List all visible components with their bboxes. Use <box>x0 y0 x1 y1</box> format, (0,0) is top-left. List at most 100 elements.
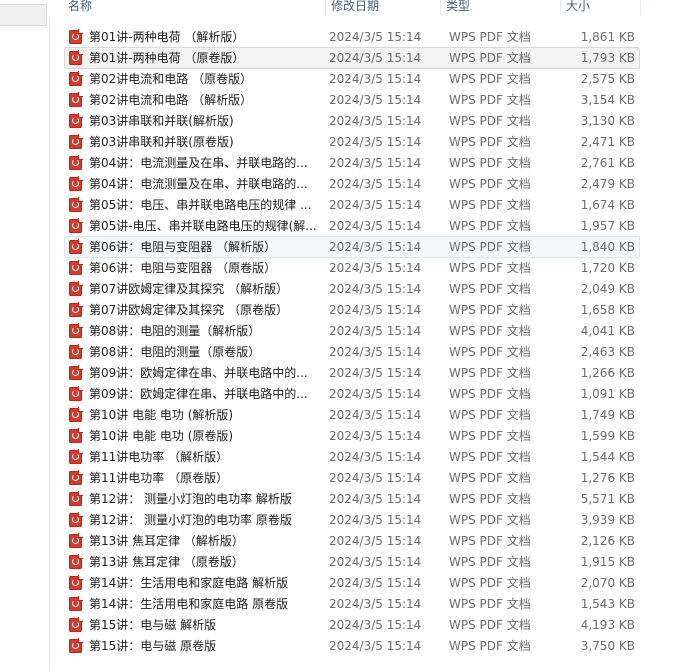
column-header-size[interactable]: 大小 <box>561 0 641 15</box>
file-type: WPS PDF 文档 <box>449 534 531 548</box>
column-header-type[interactable]: 类型 <box>441 0 561 15</box>
file-name: 第01讲-两种电荷 （解析版） <box>89 30 245 44</box>
file-modified-date: 2024/3/5 15:14 <box>329 555 422 569</box>
pdf-file-icon <box>69 449 83 464</box>
file-type: WPS PDF 文档 <box>449 135 531 149</box>
file-row[interactable]: 第07讲欧姆定律及其探究 （原卷版） 2024/3/5 15:14 WPS PDF … <box>64 299 640 321</box>
file-row[interactable]: 第03讲串联和并联(解析版) 2024/3/5 15:14 WPS PDF 文档 3,… <box>64 110 640 132</box>
file-row[interactable]: 第07讲欧姆定律及其探究 （解析版） 2024/3/5 15:14 WPS PDF … <box>64 278 640 300</box>
file-row[interactable]: 第04讲：电流测量及在串、并联电路的... 2024/3/5 15:14 WPS P… <box>64 152 640 174</box>
file-row[interactable]: 第10讲 电能 电功 (解析版) 2024/3/5 15:14 WPS PDF 文档… <box>64 404 640 426</box>
pdf-file-icon <box>69 533 83 548</box>
pdf-file-icon <box>69 218 83 233</box>
file-type: WPS PDF 文档 <box>449 555 531 569</box>
file-row[interactable]: 第13讲 焦耳定律 （原卷版） 2024/3/5 15:14 WPS PDF 文档 1… <box>64 551 640 573</box>
file-row[interactable]: 第04讲：电流测量及在串、并联电路的... 2024/3/5 15:14 WPS P… <box>64 173 640 195</box>
navigation-pane <box>0 0 50 671</box>
file-type: WPS PDF 文档 <box>449 177 531 191</box>
file-size: 3,939 KB <box>580 513 635 527</box>
file-modified-date: 2024/3/5 15:14 <box>329 30 422 44</box>
file-name: 第05讲-电压、串并联电路电压的规律(解... <box>89 219 317 233</box>
file-modified-date: 2024/3/5 15:14 <box>329 177 422 191</box>
file-row[interactable]: 第02讲电流和电路 （原卷版） 2024/3/5 15:14 WPS PDF 文档 2… <box>64 68 640 90</box>
file-name: 第09讲：欧姆定律在串、并联电路中的... <box>89 366 308 380</box>
file-size: 1,861 KB <box>580 30 635 44</box>
file-type: WPS PDF 文档 <box>449 156 531 170</box>
file-row[interactable]: 第12讲： 测量小灯泡的电功率 解析版 2024/3/5 15:14 WPS PDF… <box>64 488 640 510</box>
pdf-file-icon <box>69 155 83 170</box>
file-size: 2,575 KB <box>580 72 635 86</box>
file-row[interactable]: 第09讲：欧姆定律在串、并联电路中的... 2024/3/5 15:14 WPS P… <box>64 383 640 405</box>
file-size: 2,126 KB <box>580 534 635 548</box>
pdf-file-icon <box>69 407 83 422</box>
pdf-file-icon <box>69 365 83 380</box>
file-name: 第11讲电功率 （原卷版） <box>89 471 229 485</box>
file-row[interactable]: 第06讲：电阻与变阻器 （解析版） 2024/3/5 15:14 WPS PDF 文… <box>64 236 640 258</box>
file-name: 第12讲： 测量小灯泡的电功率 原卷版 <box>89 513 292 527</box>
file-type: WPS PDF 文档 <box>449 471 531 485</box>
file-row[interactable]: 第12讲： 测量小灯泡的电功率 原卷版 2024/3/5 15:14 WPS PDF… <box>64 509 640 531</box>
file-modified-date: 2024/3/5 15:14 <box>329 450 422 464</box>
file-row[interactable]: 第09讲：欧姆定律在串、并联电路中的... 2024/3/5 15:14 WPS P… <box>64 362 640 384</box>
file-size: 1,674 KB <box>580 198 635 212</box>
pdf-file-icon <box>69 596 83 611</box>
pdf-file-icon <box>69 71 83 86</box>
file-size: 4,041 KB <box>580 324 635 338</box>
file-row[interactable]: 第11讲电功率 （解析版） 2024/3/5 15:14 WPS PDF 文档 1,5… <box>64 446 640 468</box>
file-size: 2,471 KB <box>580 135 635 149</box>
file-row[interactable]: 第14讲：生活用电和家庭电路 原卷版 2024/3/5 15:14 WPS PDF … <box>64 593 640 615</box>
file-row[interactable]: 第02讲电流和电路 （解析版） 2024/3/5 15:14 WPS PDF 文档 3… <box>64 89 640 111</box>
file-type: WPS PDF 文档 <box>449 219 531 233</box>
pdf-file-icon <box>69 260 83 275</box>
file-size: 1,915 KB <box>580 555 635 569</box>
file-modified-date: 2024/3/5 15:14 <box>329 156 422 170</box>
file-modified-date: 2024/3/5 15:14 <box>329 93 422 107</box>
file-name: 第03讲串联和并联(解析版) <box>89 114 234 128</box>
column-header-name[interactable]: 名称 <box>63 0 326 15</box>
file-row[interactable]: 第05讲-电压、串并联电路电压的规律(解... 2024/3/5 15:14 WPS… <box>64 215 640 237</box>
file-modified-date: 2024/3/5 15:14 <box>329 51 422 65</box>
nav-selected-item[interactable] <box>0 4 47 26</box>
file-row[interactable]: 第15讲：电与磁 解析版 2024/3/5 15:14 WPS PDF 文档 4,19… <box>64 614 640 636</box>
file-modified-date: 2024/3/5 15:14 <box>329 387 422 401</box>
file-size: 2,049 KB <box>580 282 635 296</box>
pdf-file-icon <box>69 386 83 401</box>
file-type: WPS PDF 文档 <box>449 51 531 65</box>
file-size: 1,793 KB <box>580 51 635 65</box>
file-modified-date: 2024/3/5 15:14 <box>329 303 422 317</box>
file-row[interactable]: 第15讲：电与磁 原卷版 2024/3/5 15:14 WPS PDF 文档 3,75… <box>64 635 640 657</box>
file-type: WPS PDF 文档 <box>449 429 531 443</box>
file-type: WPS PDF 文档 <box>449 408 531 422</box>
column-header: 名称 修改日期 类型 大小 <box>49 0 697 17</box>
file-name: 第02讲电流和电路 （解析版） <box>89 93 253 107</box>
file-row[interactable]: 第14讲：生活用电和家庭电路 解析版 2024/3/5 15:14 WPS PDF … <box>64 572 640 594</box>
pdf-file-icon <box>69 470 83 485</box>
file-type: WPS PDF 文档 <box>449 513 531 527</box>
file-modified-date: 2024/3/5 15:14 <box>329 324 422 338</box>
file-name: 第11讲电功率 （解析版） <box>89 450 229 464</box>
file-size: 1,749 KB <box>580 408 635 422</box>
file-row[interactable]: 第01讲-两种电荷 （解析版） 2024/3/5 15:14 WPS PDF 文档 1… <box>64 26 640 48</box>
file-row[interactable]: 第03讲串联和并联(原卷版) 2024/3/5 15:14 WPS PDF 文档 2,… <box>64 131 640 153</box>
column-header-date[interactable]: 修改日期 <box>326 0 441 15</box>
file-name: 第07讲欧姆定律及其探究 （原卷版） <box>89 303 289 317</box>
file-row[interactable]: 第01讲-两种电荷 （原卷版） 2024/3/5 15:14 WPS PDF 文档 1… <box>64 47 640 69</box>
file-type: WPS PDF 文档 <box>449 366 531 380</box>
file-modified-date: 2024/3/5 15:14 <box>329 72 422 86</box>
file-row[interactable]: 第08讲：电阻的测量（原卷版） 2024/3/5 15:14 WPS PDF 文档 2… <box>64 341 640 363</box>
file-name: 第15讲：电与磁 解析版 <box>89 618 217 632</box>
file-row[interactable]: 第08讲：电阻的测量（解析版） 2024/3/5 15:14 WPS PDF 文档 4… <box>64 320 640 342</box>
file-row[interactable]: 第13讲 焦耳定律 （解析版） 2024/3/5 15:14 WPS PDF 文档 2… <box>64 530 640 552</box>
file-name: 第07讲欧姆定律及其探究 （解析版） <box>89 282 289 296</box>
file-row[interactable]: 第06讲：电阻与变阻器 （原卷版） 2024/3/5 15:14 WPS PDF 文… <box>64 257 640 279</box>
pdf-file-icon <box>69 50 83 65</box>
file-row[interactable]: 第10讲 电能 电功 (原卷版) 2024/3/5 15:14 WPS PDF 文档… <box>64 425 640 447</box>
file-row[interactable]: 第05讲：电压、串并联电路电压的规律 ... 2024/3/5 15:14 WPS … <box>64 194 640 216</box>
file-row[interactable]: 第11讲电功率 （原卷版） 2024/3/5 15:14 WPS PDF 文档 1,2… <box>64 467 640 489</box>
file-name: 第03讲串联和并联(原卷版) <box>89 135 234 149</box>
file-size: 3,154 KB <box>580 93 635 107</box>
file-type: WPS PDF 文档 <box>449 618 531 632</box>
file-name: 第09讲：欧姆定律在串、并联电路中的... <box>89 387 308 401</box>
file-size: 1,840 KB <box>580 240 635 254</box>
file-type: WPS PDF 文档 <box>449 324 531 338</box>
